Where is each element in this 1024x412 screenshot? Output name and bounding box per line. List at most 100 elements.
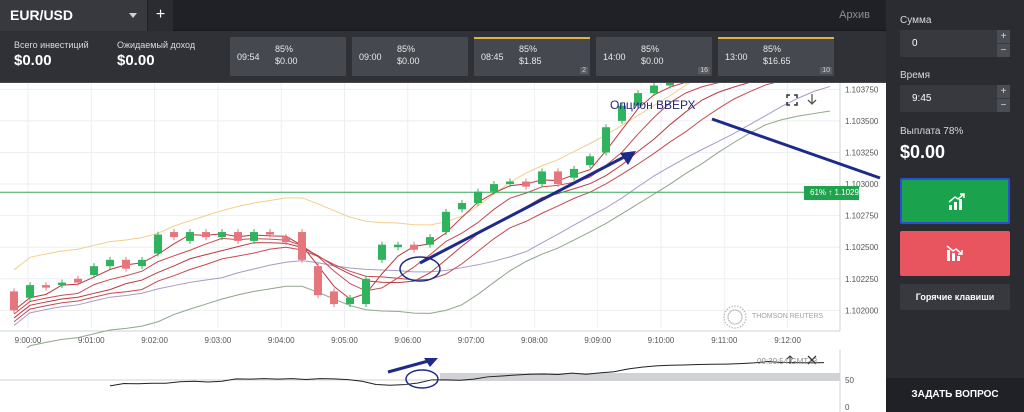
- amount-increase-button[interactable]: +: [997, 30, 1010, 43]
- candle[interactable]: [298, 232, 306, 260]
- trade-card[interactable]: 13:00 85% $16.65 10: [718, 37, 834, 76]
- arrow-down-icon[interactable]: [806, 93, 818, 107]
- logo-dot: [745, 316, 747, 318]
- candle[interactable]: [218, 232, 226, 238]
- logo-dot: [740, 312, 742, 315]
- candle[interactable]: [250, 232, 258, 241]
- trade-percent: 85%: [641, 44, 660, 54]
- candle[interactable]: [474, 191, 482, 203]
- trade-card[interactable]: 09:54 85% $0.00: [230, 37, 346, 76]
- x-tick-label: 9:07:00: [458, 336, 485, 345]
- candle[interactable]: [410, 244, 418, 250]
- call-up-button[interactable]: [900, 178, 1010, 224]
- candle[interactable]: [138, 259, 146, 267]
- candle[interactable]: [122, 259, 130, 269]
- logo-dot: [743, 321, 746, 324]
- candle[interactable]: [10, 291, 18, 311]
- watermark-text: THOMSON REUTERS: [752, 313, 824, 320]
- candle[interactable]: [522, 181, 530, 187]
- candle[interactable]: [58, 282, 66, 286]
- candle[interactable]: [74, 278, 82, 283]
- logo-dot: [741, 323, 744, 326]
- amount-decrease-button[interactable]: −: [997, 44, 1010, 57]
- mini-tick-label: 0: [845, 403, 850, 412]
- logo-dot: [724, 310, 727, 313]
- candle[interactable]: [202, 232, 210, 238]
- info-bar: Всего инвестиций $0.00 Ожидаемый доход $…: [0, 31, 886, 83]
- candle[interactable]: [106, 259, 114, 267]
- logo-dot: [740, 314, 743, 316]
- y-tick-label: 1.103250: [845, 148, 879, 157]
- candle[interactable]: [330, 291, 338, 305]
- trade-percent: 85%: [763, 44, 782, 54]
- logo-dot: [743, 310, 746, 313]
- candle[interactable]: [42, 285, 50, 288]
- time-increase-button[interactable]: +: [997, 85, 1010, 98]
- candle[interactable]: [154, 234, 162, 254]
- candle[interactable]: [666, 83, 674, 86]
- trade-card[interactable]: 14:00 85% $0.00 16: [596, 37, 712, 76]
- chart-area[interactable]: 1.103750 1.103500 1.103250 1.103000 1.102750…: [0, 83, 886, 412]
- thomson-reuters-watermark: THOMSON REUTERS: [722, 304, 823, 330]
- logo-dot: [739, 311, 741, 313]
- trade-card[interactable]: 09:00 85% $0.00: [352, 37, 468, 76]
- candle[interactable]: [90, 266, 98, 275]
- y-tick-label: 1.102750: [845, 212, 879, 221]
- candle[interactable]: [570, 168, 578, 178]
- candle[interactable]: [602, 127, 610, 153]
- candle[interactable]: [426, 237, 434, 245]
- candle[interactable]: [314, 266, 322, 296]
- amount-value[interactable]: 0: [912, 38, 918, 49]
- candle[interactable]: [186, 232, 194, 241]
- candle[interactable]: [346, 297, 354, 305]
- trade-time: 09:54: [237, 52, 260, 62]
- fullscreen-icon[interactable]: [786, 94, 798, 106]
- logo-dot: [734, 305, 736, 307]
- logo-dot: [736, 309, 738, 312]
- candle[interactable]: [378, 244, 386, 260]
- logo-dot: [734, 323, 736, 325]
- candle[interactable]: [442, 211, 450, 233]
- total-investment-value: $0.00: [14, 52, 52, 69]
- hotkeys-button[interactable]: Горячие клавиши: [900, 284, 1010, 310]
- logo-dot: [741, 308, 744, 311]
- logo-dot: [732, 322, 734, 325]
- add-tab-button[interactable]: +: [148, 0, 173, 31]
- time-value[interactable]: 9:45: [912, 93, 931, 104]
- annotation-label: Опцион ВВЕРХ: [610, 98, 696, 112]
- candle[interactable]: [538, 171, 546, 185]
- candle[interactable]: [170, 232, 178, 238]
- trade-amount: $0.00: [397, 56, 420, 66]
- asset-selector-tab[interactable]: EUR/USD: [0, 0, 147, 31]
- ask-question-button[interactable]: ЗАДАТЬ ВОПРОС: [886, 378, 1024, 412]
- current-price-tag: 61% ↑ 1.102935: [804, 186, 868, 200]
- x-tick-label: 9:06:00: [394, 336, 421, 345]
- trade-badge: 16: [698, 67, 710, 74]
- logo-dot: [739, 321, 741, 323]
- time-decrease-button[interactable]: −: [997, 99, 1010, 112]
- candle[interactable]: [362, 278, 370, 305]
- y-tick-label: 1.103750: [845, 85, 879, 94]
- candle[interactable]: [394, 244, 402, 248]
- archive-link[interactable]: Архив: [839, 9, 870, 21]
- trade-card[interactable]: 08:45 85% $1.85 2: [474, 37, 590, 76]
- candle[interactable]: [458, 203, 466, 210]
- candle[interactable]: [490, 184, 498, 192]
- candle[interactable]: [282, 237, 290, 243]
- put-down-button[interactable]: [900, 231, 1010, 276]
- time-stepper[interactable]: 9:45 + −: [900, 85, 1010, 112]
- candle[interactable]: [554, 171, 562, 185]
- trade-sidebar: Сумма 0 + − Время 9:45 + − Выплата 78% $…: [886, 0, 1024, 412]
- candle[interactable]: [26, 285, 34, 298]
- candle[interactable]: [586, 156, 594, 166]
- candle[interactable]: [506, 181, 514, 185]
- amount-stepper[interactable]: 0 + −: [900, 30, 1010, 57]
- candle[interactable]: [234, 232, 242, 241]
- candle[interactable]: [266, 232, 274, 235]
- x-tick-label: 9:08:00: [521, 336, 548, 345]
- trade-amount: $0.00: [275, 56, 298, 66]
- candle[interactable]: [650, 85, 658, 94]
- asset-name: EUR/USD: [10, 7, 74, 23]
- y-tick-label: 1.102000: [845, 306, 879, 315]
- logo-dot: [726, 323, 729, 326]
